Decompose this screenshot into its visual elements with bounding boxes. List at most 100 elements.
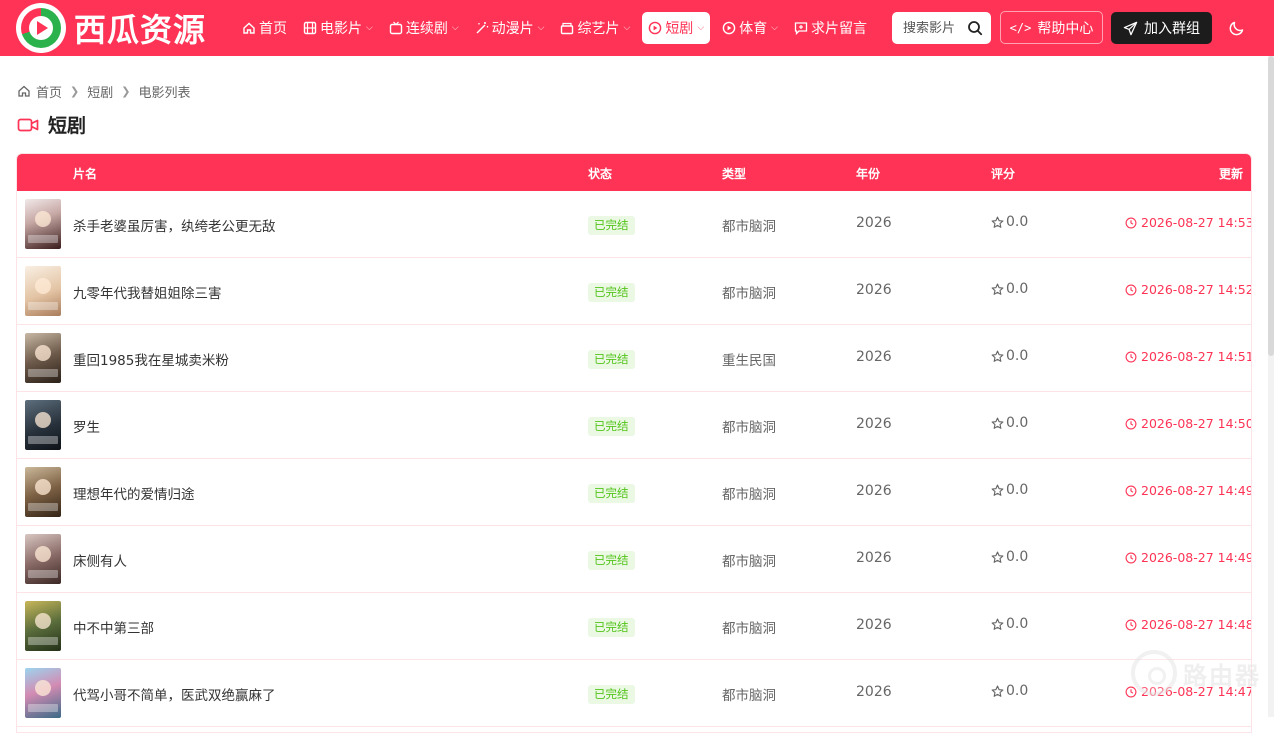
- page-scrollbar[interactable]: [1268, 56, 1274, 717]
- join-group-button[interactable]: 加入群组: [1111, 12, 1212, 44]
- code-icon: </>: [1009, 20, 1032, 35]
- poster-thumbnail[interactable]: [25, 199, 61, 249]
- nav-item-request[interactable]: 求片留言: [790, 12, 871, 44]
- drama-table: 片名 状态 类型 年份 评分 更新 杀手老婆虽厉害，纨绔老公更无敌 已完结 都市…: [16, 153, 1252, 733]
- nav-item-variety[interactable]: 综艺片 ⌵: [556, 12, 634, 44]
- rating-cell: 0.0: [991, 616, 1028, 632]
- tickets-icon: [561, 22, 574, 35]
- breadcrumb-home[interactable]: 首页: [36, 82, 62, 101]
- table-row[interactable]: 九零年代我替姐姐除三害 已完结 都市脑洞 2026 0.0 2026-08-27…: [17, 258, 1251, 325]
- scrollbar-thumb[interactable]: [1268, 56, 1274, 356]
- chevron-right-icon: ❯: [121, 84, 131, 98]
- update-time-value: 2026-08-27 14:51:4: [1141, 349, 1251, 364]
- rating-cell: 0.0: [991, 214, 1028, 230]
- nav-item-label: 求片留言: [810, 21, 867, 37]
- update-time-cell: 2026-08-27 14:48:2: [1125, 617, 1251, 632]
- nav-item-series[interactable]: 连续剧 ⌵: [385, 12, 463, 44]
- table-row[interactable]: 理想年代的爱情归途 已完结 都市脑洞 2026 0.0 2026-08-27 1…: [17, 459, 1251, 526]
- nav-item-label: 体育: [739, 21, 768, 37]
- column-header-genre[interactable]: 类型: [722, 165, 746, 182]
- table-row[interactable]: 杀手老婆虽厉害，纨绔老公更无敌 已完结 都市脑洞 2026 0.0 2026-0…: [17, 191, 1251, 258]
- nav-item-home[interactable]: 首页: [238, 12, 291, 44]
- table-row[interactable]: 重回1985我在星城卖米粉 已完结 重生民国 2026 0.0 2026-08-…: [17, 325, 1251, 392]
- watermark-text: 路由器: [1183, 661, 1261, 690]
- table-row[interactable]: 中不中第三部 已完结 都市脑洞 2026 0.0 2026-08-27 14:4…: [17, 593, 1251, 660]
- column-header-year[interactable]: 年份: [856, 165, 880, 182]
- tv-icon: [389, 21, 403, 35]
- genre-cell: 都市脑洞: [722, 554, 776, 570]
- breadcrumb-category[interactable]: 短剧: [87, 82, 113, 101]
- year-cell: 2026: [856, 483, 892, 499]
- nav-item-label: 连续剧: [405, 21, 448, 37]
- column-header-status[interactable]: 状态: [588, 165, 612, 182]
- drama-title[interactable]: 九零年代我替姐姐除三害: [73, 282, 222, 302]
- nav-item-anime[interactable]: 动漫片 ⌵: [471, 12, 549, 44]
- status-badge: 已完结: [588, 283, 635, 302]
- clock-icon: [1125, 284, 1137, 295]
- rating-value: 0.0: [1006, 281, 1029, 297]
- rating-value: 0.0: [1006, 616, 1029, 632]
- nav-item-sports[interactable]: 体育 ⌵: [718, 12, 782, 44]
- drama-title[interactable]: 重回1985我在星城卖米粉: [73, 349, 229, 369]
- drama-title[interactable]: 罗生: [73, 416, 100, 436]
- update-time-value: 2026-08-27 14:52:3: [1141, 282, 1251, 297]
- clock-icon: [1125, 217, 1137, 228]
- dark-mode-moon-icon[interactable]: [1228, 19, 1246, 37]
- rating-value: 0.0: [1006, 549, 1029, 565]
- genre-cell: 都市脑洞: [722, 286, 776, 302]
- poster-thumbnail[interactable]: [25, 534, 61, 584]
- drama-title[interactable]: 杀手老婆虽厉害，纨绔老公更无敌: [73, 215, 276, 235]
- poster-thumbnail[interactable]: [25, 333, 61, 383]
- nav-item-label: 综艺片: [577, 21, 620, 37]
- search-icon[interactable]: [967, 20, 983, 36]
- year-cell: 2026: [856, 416, 892, 432]
- column-header-name[interactable]: 片名: [73, 165, 97, 182]
- poster-thumbnail[interactable]: [25, 467, 61, 517]
- drama-title[interactable]: 中不中第三部: [73, 617, 154, 637]
- poster-thumbnail[interactable]: [25, 400, 61, 450]
- clock-icon: [1125, 351, 1137, 362]
- page-title-text: 短剧: [48, 115, 87, 137]
- year-cell: 2026: [856, 617, 892, 633]
- column-header-rating[interactable]: 评分: [991, 165, 1015, 182]
- clock-icon: [1125, 418, 1137, 429]
- nav-item-label: 电影片: [320, 21, 362, 37]
- drama-title[interactable]: 床侧有人: [73, 550, 127, 570]
- column-header-update[interactable]: 更新: [1219, 165, 1243, 182]
- wand-icon: [476, 22, 488, 34]
- watermelon-logo-icon: [16, 3, 66, 53]
- drama-title[interactable]: 代驾小哥不简单，医武双绝赢麻了: [73, 684, 276, 704]
- poster-thumbnail[interactable]: [25, 601, 61, 651]
- table-row[interactable]: 罗生 已完结 都市脑洞 2026 0.0 2026-08-27 14:50:4: [17, 392, 1251, 459]
- poster-thumbnail[interactable]: [25, 266, 61, 316]
- update-time-cell: 2026-08-27 14:49:1: [1125, 550, 1251, 565]
- nav-item-movies[interactable]: 电影片 ⌵: [299, 12, 377, 44]
- update-time-value: 2026-08-27 14:53:1: [1141, 215, 1251, 230]
- year-cell: 2026: [856, 550, 892, 566]
- year-cell: 2026: [856, 684, 892, 700]
- update-time-value: 2026-08-27 14:48:2: [1141, 617, 1251, 632]
- nav-item-label: 短剧: [665, 21, 694, 37]
- table-row[interactable]: 床侧有人 已完结 都市脑洞 2026 0.0 2026-08-27 14:49:…: [17, 526, 1251, 593]
- year-cell: 2026: [856, 215, 892, 231]
- help-center-button[interactable]: </> 帮助中心: [1000, 11, 1103, 44]
- clock-icon: [1125, 485, 1137, 496]
- status-badge: 已完结: [588, 216, 635, 235]
- star-icon: [991, 685, 1004, 697]
- site-logo[interactable]: 西瓜资源: [16, 3, 206, 53]
- film-icon: [303, 21, 317, 35]
- clock-icon: [1125, 552, 1137, 563]
- year-cell: 2026: [856, 349, 892, 365]
- rating-cell: 0.0: [991, 482, 1028, 498]
- nav-item-shortdrama[interactable]: 短剧 ⌵: [642, 12, 711, 44]
- status-badge: 已完结: [588, 618, 635, 637]
- status-badge: 已完结: [588, 685, 635, 704]
- poster-thumbnail[interactable]: [25, 668, 61, 718]
- rating-value: 0.0: [1006, 348, 1029, 364]
- chevron-down-icon: ⌵: [623, 23, 631, 33]
- search-box[interactable]: [892, 12, 991, 44]
- drama-title[interactable]: 理想年代的爱情归途: [73, 483, 195, 503]
- page-title: 短剧: [17, 111, 86, 138]
- search-input[interactable]: [903, 20, 967, 36]
- rating-cell: 0.0: [991, 549, 1028, 565]
